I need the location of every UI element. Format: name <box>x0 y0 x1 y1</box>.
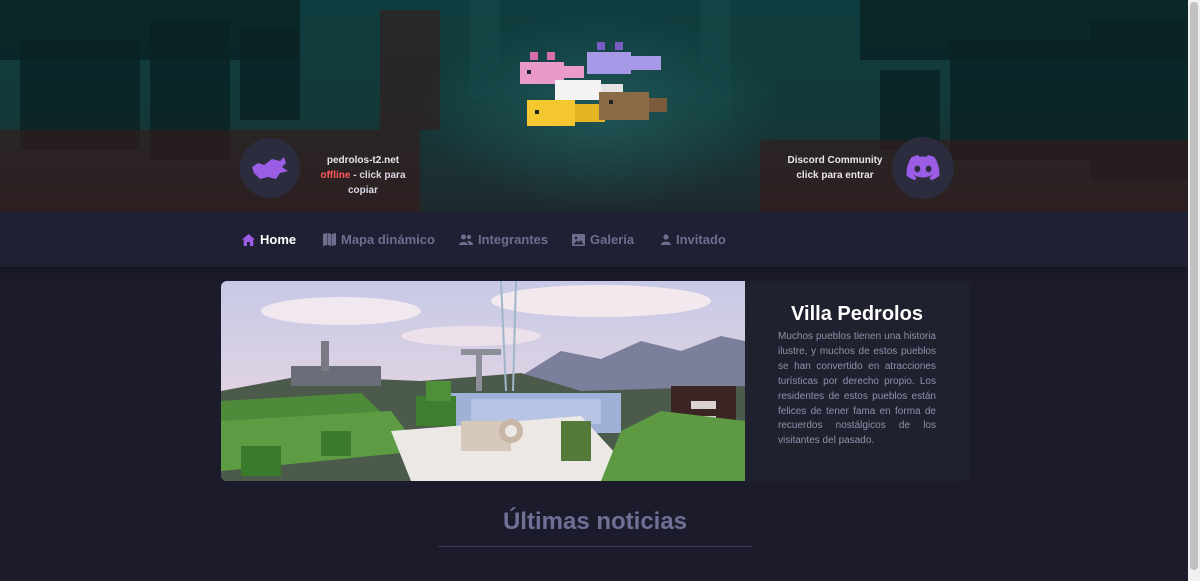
nav-label-map: Mapa dinámico <box>341 232 435 247</box>
user-icon <box>661 234 671 245</box>
server-address-copy[interactable]: pedrolos-t2.net offline - click para cop… <box>308 153 418 198</box>
nav-item-map[interactable]: Mapa dinámico <box>323 232 435 247</box>
nav-label-members: Integrantes <box>478 232 549 247</box>
news-divider <box>438 546 752 547</box>
server-status-suffix: - click para copiar <box>347 170 406 196</box>
discord-subtitle: click para entrar <box>796 170 874 181</box>
news-heading: Últimas noticias <box>502 508 688 535</box>
page-scrollbar[interactable] <box>1188 0 1200 581</box>
image-icon <box>572 233 585 246</box>
nav-label-home: Home <box>260 232 297 247</box>
discord-title: Discord Community <box>787 155 883 166</box>
nav-item-members[interactable]: Integrantes <box>459 232 548 247</box>
discord-link[interactable]: Discord Community click para entrar <box>780 153 890 183</box>
nav-item-gallery[interactable]: Galería <box>572 232 634 247</box>
header-banner: pedrolos-t2.net offline - click para cop… <box>0 0 1188 212</box>
main-nav: Home Mapa dinámico Integrantes Galería I… <box>0 212 1188 267</box>
nav-item-home[interactable]: Home <box>242 232 296 247</box>
scrollbar-thumb[interactable] <box>1190 2 1198 570</box>
map-icon <box>323 233 336 246</box>
village-screenshot <box>221 281 745 481</box>
server-logo-button[interactable] <box>240 138 300 198</box>
nav-label-gallery: Galería <box>590 232 635 247</box>
featured-card: Villa Pedrolos Muchos pueblos tienen una… <box>221 281 970 481</box>
discord-button[interactable] <box>892 137 954 199</box>
home-icon <box>242 233 255 246</box>
axolotl-icon <box>252 157 288 179</box>
users-icon <box>459 234 473 245</box>
nav-label-guest: Invitado <box>676 232 726 247</box>
nav-item-guest[interactable]: Invitado <box>661 232 726 247</box>
axolotl-logo <box>520 42 667 126</box>
server-address: pedrolos-t2.net <box>326 155 400 166</box>
discord-icon <box>906 155 940 181</box>
hero-description: Muchos pueblos tienen una historia ilust… <box>778 331 936 447</box>
hero-title: Villa Pedrolos <box>791 303 923 325</box>
server-status: offline <box>320 170 351 181</box>
